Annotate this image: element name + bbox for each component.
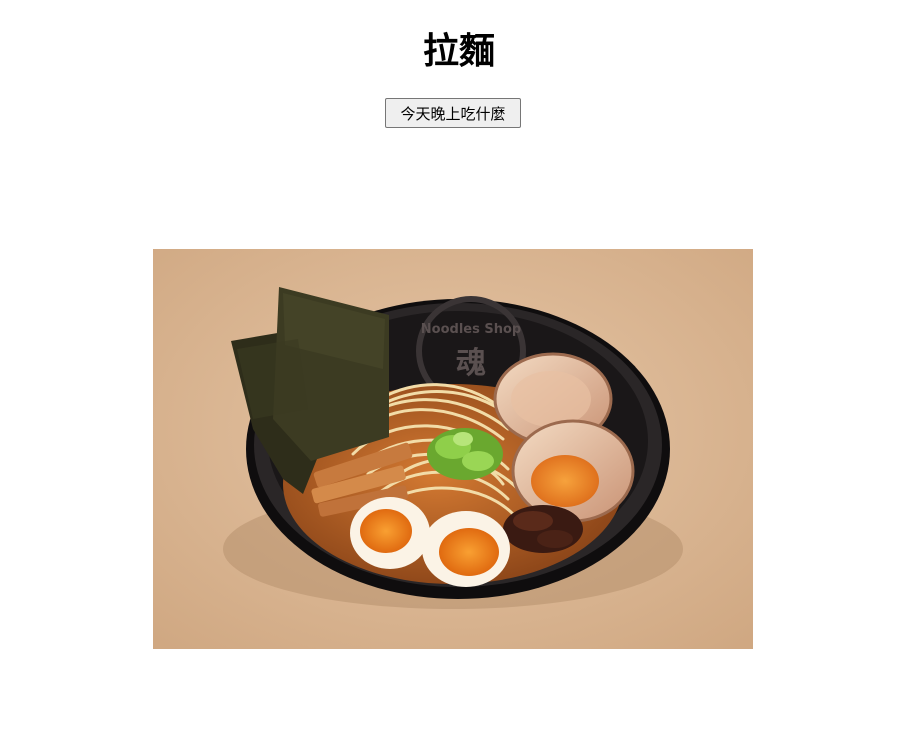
scallions <box>427 428 503 480</box>
ajitama-egg-left <box>350 497 430 569</box>
pick-dinner-button[interactable]: 今天晚上吃什麼 <box>385 98 521 128</box>
svg-text:Noodles Shop: Noodles Shop <box>421 322 521 337</box>
page-title: 拉麵 <box>422 31 495 72</box>
ajitama-egg-right <box>422 511 510 587</box>
svg-text:魂: 魂 <box>456 346 486 381</box>
ramen-photo: Noodles Shop 魂 <box>153 249 753 649</box>
wood-ear-mushroom <box>503 505 583 553</box>
